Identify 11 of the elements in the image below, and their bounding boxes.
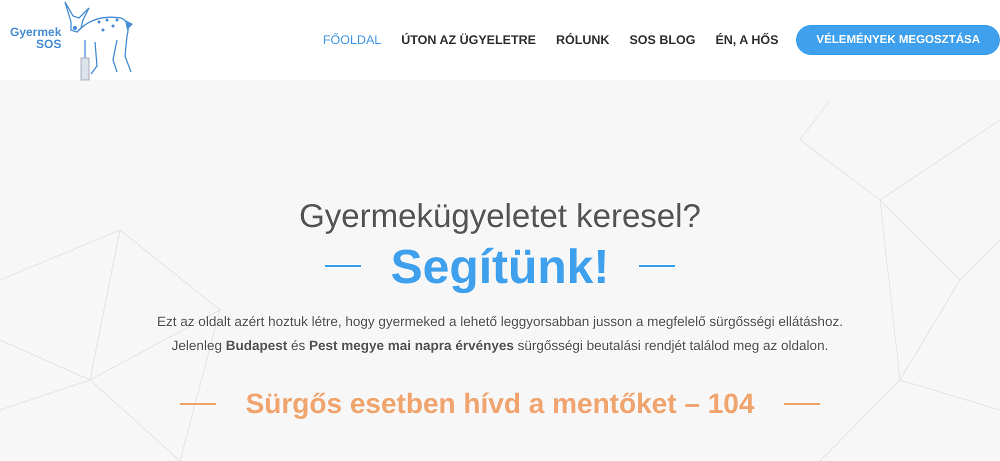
hero-headline: Segítünk! <box>390 240 610 296</box>
emergency-heading: Sürgős esetben hívd a mentőket – 104 <box>246 387 754 421</box>
nav-link[interactable]: SOS BLOG <box>629 33 696 47</box>
logo-text: Gyermek <box>10 26 62 38</box>
hero-question: Gyermekügyeletet keresel? <box>299 196 701 236</box>
nav-link[interactable]: ÚTON AZ ÜGYELETRE <box>401 33 536 47</box>
intro-paragraph: Ezt az oldalt azért hoztuk létre, hogy gyermeked a lehető leggyorsabban jusson a megfelelő sürgősségi ellátáshoz. <box>157 313 843 331</box>
logo-text: SOS <box>36 38 62 50</box>
intro-paragraph: Jelenleg Budapest és Pest megye mai napra érvényes sürgősségi beutalási rendjét találod meg az oldalon. <box>172 337 828 355</box>
nav-link[interactable]: ÉN, A HŐS <box>715 33 778 47</box>
nav-link[interactable]: RÓLUNK <box>556 33 610 47</box>
